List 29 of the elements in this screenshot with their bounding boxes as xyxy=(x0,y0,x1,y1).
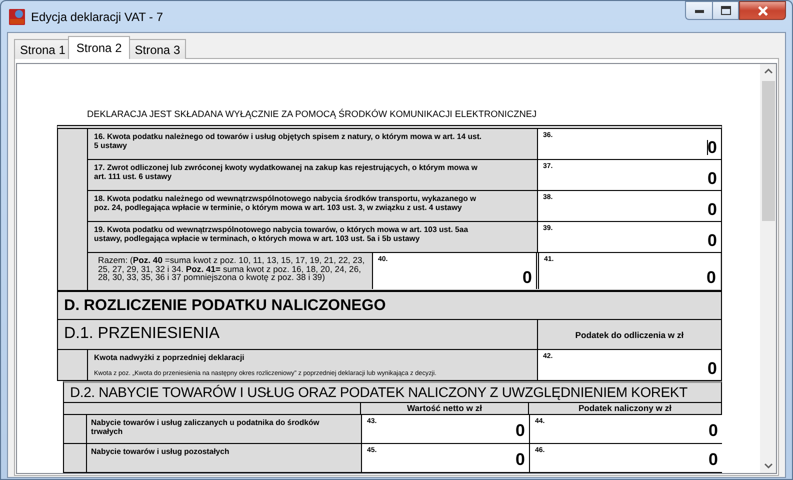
amount-field[interactable]: 0 xyxy=(708,200,717,219)
amount-field[interactable]: 0 xyxy=(708,231,717,250)
maximize-button[interactable] xyxy=(712,1,739,20)
close-icon xyxy=(756,6,768,16)
amount-field[interactable]: 0 xyxy=(516,450,525,469)
app-icon xyxy=(9,8,25,24)
maximize-icon xyxy=(720,6,730,15)
minimize-button[interactable] xyxy=(685,1,712,20)
amount-field[interactable]: 0 xyxy=(706,138,717,157)
tab[interactable]: Strona 3 xyxy=(128,39,186,59)
amount-field[interactable]: 0 xyxy=(708,421,718,440)
amount-field[interactable]: 0 xyxy=(708,169,717,188)
amount-field[interactable]: 0 xyxy=(708,450,718,469)
scrollbar[interactable] xyxy=(760,63,777,474)
amount-field[interactable]: 0 xyxy=(516,421,525,440)
window-title: Edycja deklaracji VAT - 7 xyxy=(31,10,164,24)
notice-text: DEKLARACJA JEST SKŁADANA WYŁĄCZNIE ZA POMOCĄ ŚRODKÓW KOMUNIKACJI ELEKTRONICZNEJ xyxy=(87,109,537,119)
amount-field[interactable]: 0 xyxy=(708,359,717,378)
column-header: Podatek do odliczenia w zł xyxy=(575,330,684,340)
minimize-icon xyxy=(694,8,704,12)
total-description: Razem: (Poz. 40 =suma kwot z poz. 10, 11, 13, 15, 17, 19, 21, 22, 23, 25, 27, 29, 31, 32 i 34. Poz. 41= suma kwot z poz. 16, 18, 20, 24, 26, 28, 30, 33, 35, 36 i 37 pomniejszona o kwotę z poz. 38 i 39) xyxy=(98,256,366,282)
close-button[interactable] xyxy=(739,1,786,20)
amount-field[interactable]: 0 xyxy=(522,268,532,287)
section-heading: D. ROZLICZENIE PODATKU NALICZONEGO xyxy=(58,290,721,320)
tab[interactable]: Strona 2 xyxy=(68,36,130,59)
column-header: Podatek naliczony w zł xyxy=(578,403,672,413)
amount-field[interactable]: 0 xyxy=(706,268,716,287)
subsection-heading: D.1. PRZENIESIENIA xyxy=(64,325,220,342)
column-header: Wartość netto w zł xyxy=(406,403,482,413)
